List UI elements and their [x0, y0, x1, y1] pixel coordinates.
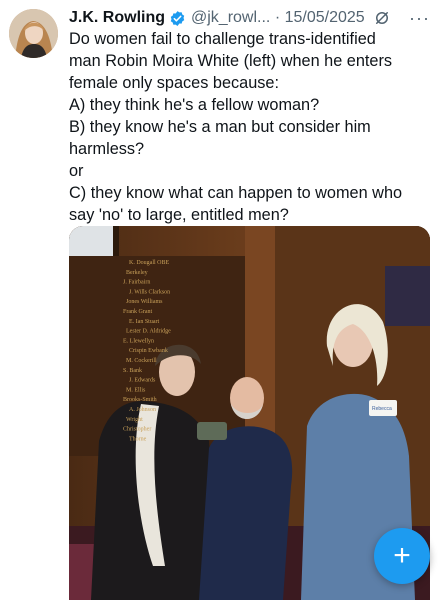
honours-board-name: A. Johnson — [129, 407, 156, 413]
avatar-image — [9, 9, 58, 58]
tweet-text-line: Do women fail to challenge trans-identif… — [69, 30, 376, 48]
compose-button[interactable]: + — [374, 528, 430, 584]
tweet-text-line: C) they know what can happen to women wh… — [69, 184, 403, 202]
tweet-text-line: B) they know he's a man but consider him — [69, 118, 371, 136]
honours-board-name: K. Dougall OBE — [129, 260, 169, 266]
honours-board-name: Wright — [126, 417, 143, 423]
honours-board-name: Thorne — [129, 436, 147, 442]
honours-board-name: S. Bank — [123, 368, 142, 374]
honours-board-name: M. Cockerill — [126, 358, 157, 364]
grok-icon[interactable] — [373, 9, 391, 27]
tweet-text-line: say 'no' to large, entitled men? — [69, 206, 289, 224]
tweet-text-line: or — [69, 162, 84, 180]
honours-board-name: Jones Williams — [126, 299, 163, 305]
honours-board-name: Christopher — [123, 427, 151, 433]
avatar[interactable] — [9, 9, 58, 58]
tweet-header: J.K. Rowling @jk_rowl... · 15/05/2025 ··… — [69, 7, 430, 29]
more-options-icon[interactable]: ··· — [409, 8, 430, 29]
tweet-text-line: female only spaces because: — [69, 74, 279, 92]
honours-board-name: M. Ellis — [126, 387, 146, 393]
honours-board-name: E. Ian Stuart — [129, 319, 159, 325]
honours-board-name: J. Fairbairn — [123, 280, 150, 286]
honours-board-name: J. Edwards — [129, 378, 156, 384]
tweet-text: Do women fail to challenge trans-identif… — [69, 28, 429, 226]
author-name[interactable]: J.K. Rowling — [69, 9, 165, 27]
verified-badge-icon — [170, 10, 185, 26]
honours-board-name: Berkeley — [126, 270, 148, 276]
honours-board-name: Frank Grant — [123, 309, 152, 315]
honours-board-name: Crispin Ewbank — [129, 348, 168, 354]
tweet-text-line: man Robin Moira White (left) when he ent… — [69, 52, 393, 70]
honours-board-name: Lester D. Aldridge — [126, 329, 171, 335]
name-badge-text: Rebecca — [372, 406, 392, 412]
honours-board-name: Brooks-Smith — [123, 397, 157, 403]
honours-board-name: J. Wills Clarkson — [129, 289, 170, 295]
plus-icon: + — [393, 539, 411, 572]
handle-and-date[interactable]: @jk_rowl... · 15/05/2025 — [191, 9, 365, 27]
honours-board-name: E. Llewellyn — [123, 338, 154, 344]
tweet-text-line: A) they think he's a fellow woman? — [69, 96, 320, 114]
tweet-text-line: harmless? — [69, 140, 145, 158]
